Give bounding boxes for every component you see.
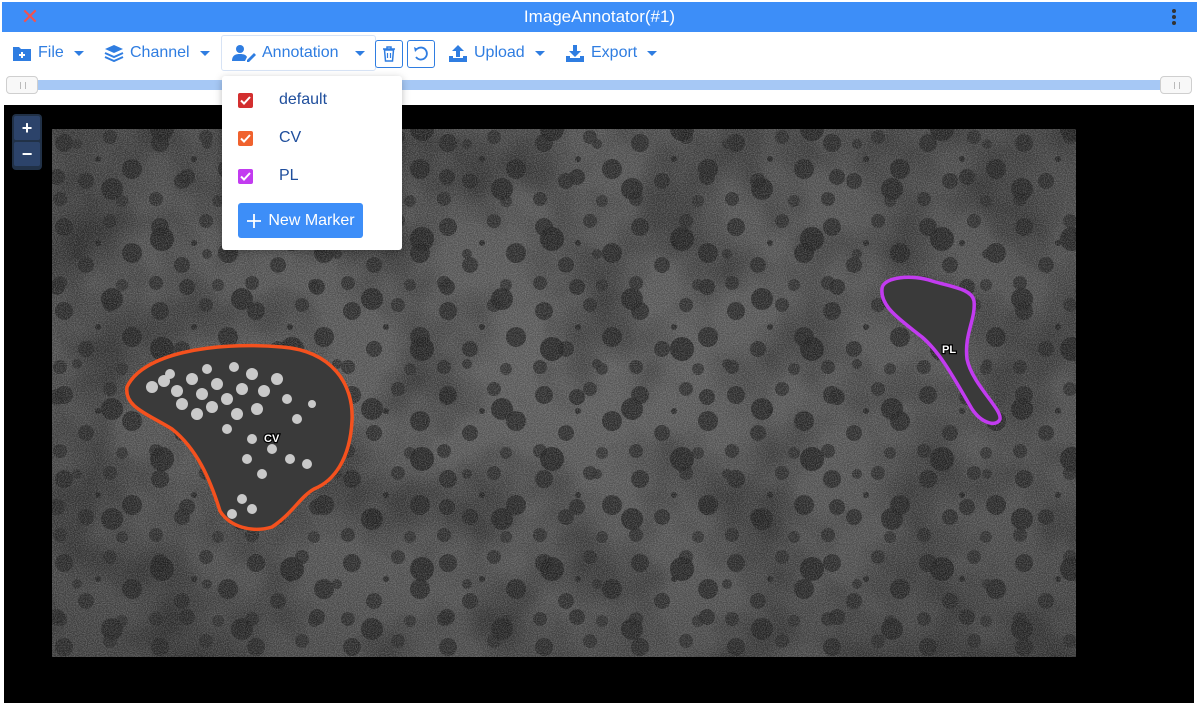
undo-icon: [414, 46, 428, 61]
plus-icon: [247, 213, 262, 228]
toolbar: File Channel Annotation Upload Export: [0, 34, 1199, 74]
export-menu-label: Export: [591, 44, 638, 61]
marker-label: PL: [279, 167, 299, 184]
slider-handle-max[interactable]: [1160, 76, 1192, 94]
slider-handle-min[interactable]: [6, 76, 38, 94]
channel-menu-label: Channel: [130, 44, 190, 61]
chevron-down-icon: [647, 50, 658, 56]
trash-icon: [383, 46, 395, 62]
zoom-out-button[interactable]: −: [14, 142, 40, 166]
marker-label: default: [279, 91, 328, 108]
microscopy-image: CV PL: [52, 129, 1076, 657]
annotation-menu-button[interactable]: Annotation: [221, 35, 376, 71]
checkbox-checked-icon[interactable]: [238, 92, 253, 108]
export-menu-button[interactable]: Export: [565, 36, 658, 70]
annotation-pl-label: PL: [942, 344, 956, 356]
marker-item-pl[interactable]: PL: [222, 161, 402, 191]
checkbox-checked-icon[interactable]: [238, 168, 253, 184]
upload-icon: [449, 44, 467, 62]
chevron-down-icon: [73, 50, 84, 56]
annotation-menu-label: Annotation: [262, 44, 339, 61]
chevron-down-icon: [354, 50, 365, 56]
file-menu-label: File: [38, 44, 64, 61]
window-title: ImageAnnotator(#1): [523, 7, 676, 26]
chevron-down-icon: [534, 50, 545, 56]
new-marker-button[interactable]: New Marker: [238, 203, 363, 238]
slider-track: [26, 80, 1172, 90]
delete-button[interactable]: [375, 40, 403, 68]
user-edit-icon: [232, 45, 256, 62]
folder-plus-icon: [13, 46, 31, 61]
download-icon: [566, 44, 584, 62]
channel-range-slider[interactable]: [6, 76, 1192, 94]
marker-item-cv[interactable]: CV: [222, 123, 402, 153]
title-bar: ✕ ImageAnnotator(#1): [2, 2, 1197, 32]
new-marker-label: New Marker: [268, 211, 355, 229]
annotation-cv-label: CV: [264, 433, 280, 445]
zoom-controls: + −: [12, 114, 42, 170]
layers-icon: [104, 45, 124, 62]
marker-item-default[interactable]: default: [222, 85, 402, 115]
file-menu-button[interactable]: File: [12, 36, 84, 70]
channel-menu-button[interactable]: Channel: [104, 36, 210, 70]
zoom-in-button[interactable]: +: [14, 116, 40, 140]
more-options-icon[interactable]: [1167, 2, 1181, 32]
marker-label: CV: [279, 129, 302, 146]
image-viewer[interactable]: CV PL + −: [4, 105, 1194, 703]
checkbox-checked-icon[interactable]: [238, 130, 253, 146]
upload-menu-label: Upload: [474, 44, 525, 61]
annotation-dropdown: default CV PL New Marker: [222, 76, 402, 250]
upload-menu-button[interactable]: Upload: [448, 36, 545, 70]
chevron-down-icon: [199, 50, 210, 56]
undo-button[interactable]: [407, 40, 435, 68]
